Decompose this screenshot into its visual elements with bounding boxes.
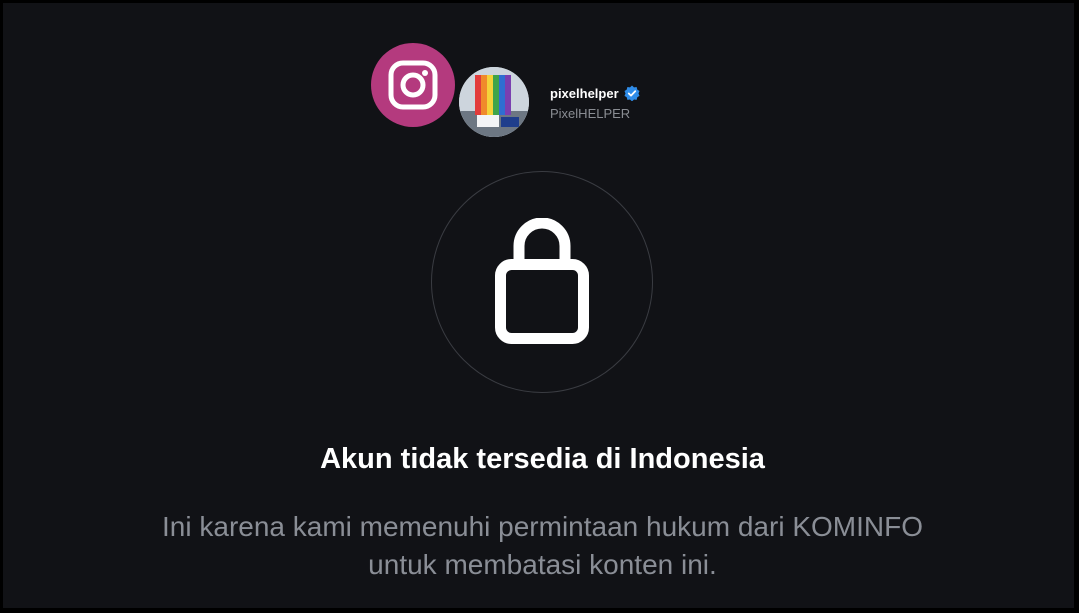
display-name: PixelHELPER [550,106,631,121]
avatar[interactable] [459,67,529,137]
notice-line-2: untuk membatasi konten ini. [368,549,717,580]
avatar-image [459,67,529,137]
page-frame: pixelhelper PixelHELPER Akun tidak terse… [3,3,1074,608]
instagram-icon [388,60,438,110]
username-row[interactable]: pixelhelper [550,85,640,101]
notice-description: Ini karena kami memenuhi permintaan huku… [3,508,1079,584]
verified-badge-icon [624,85,640,101]
notice-line-1: Ini karena kami memenuhi permintaan huku… [162,511,923,542]
lock-circle [431,171,653,393]
instagram-badge [371,43,455,127]
lock-icon [495,218,589,344]
notice-title: Akun tidak tersedia di Indonesia [320,443,765,475]
username[interactable]: pixelhelper [550,86,619,101]
